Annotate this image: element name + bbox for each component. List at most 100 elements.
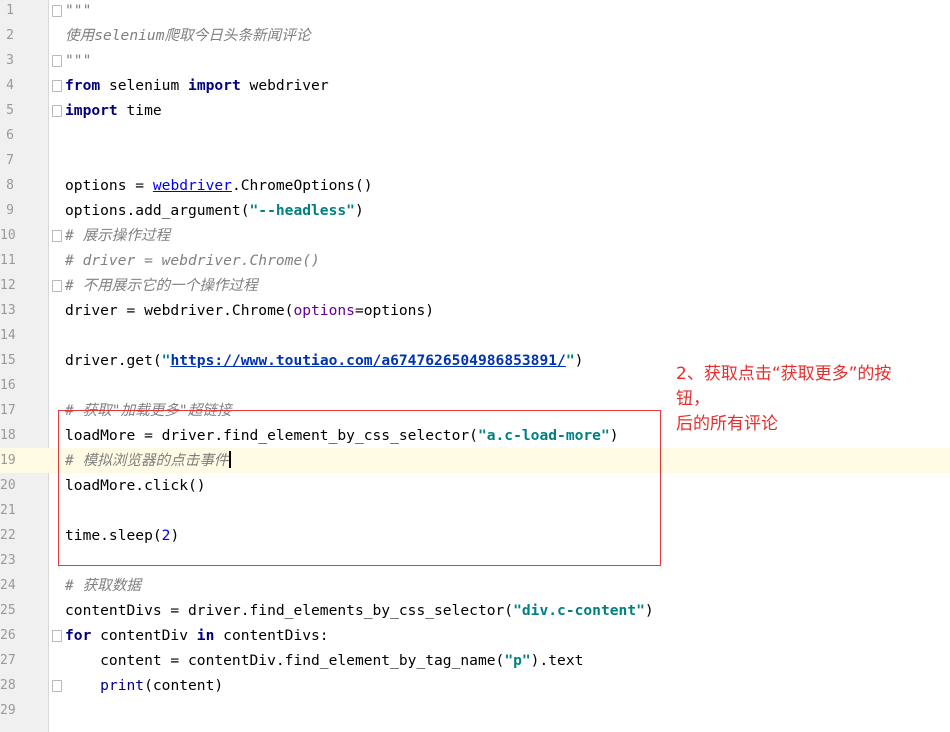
code-token: " [565, 352, 575, 369]
code-token: "--headless" [249, 202, 355, 219]
code-token: in [196, 627, 215, 644]
fold-toggle-icon[interactable] [52, 80, 62, 92]
code-line[interactable]: 11 # driver = webdriver.Chrome() [0, 248, 950, 273]
annotation-highlight-box [58, 410, 661, 566]
code-token: ) [354, 202, 364, 219]
code-token: contentDiv [91, 627, 197, 644]
annotation-line-2: 钮， [676, 389, 710, 409]
fold-toggle-icon[interactable] [52, 680, 62, 692]
code-line[interactable]: 1 """ [0, 0, 950, 23]
code-line[interactable]: 5 import time [0, 98, 950, 123]
code-token: selenium [100, 77, 189, 94]
code-line[interactable]: 24 # 获取数据 [0, 573, 950, 598]
code-token: # 获取数据 [65, 577, 141, 594]
code-token: (content) [144, 677, 224, 694]
line-number: 5 [6, 103, 14, 118]
line-number: 27 [0, 653, 16, 668]
code-line[interactable]: 27 content = contentDiv.find_element_by_… [0, 648, 950, 673]
code-token: 使用selenium爬取今日头条新闻评论 [65, 27, 311, 44]
code-line[interactable]: 13 driver = webdriver.Chrome(options=opti… [0, 298, 950, 323]
line-number: 4 [6, 78, 14, 93]
code-text: for contentDiv in contentDivs: [65, 623, 329, 648]
code-text: import time [65, 98, 162, 123]
line-number: 19 [0, 453, 16, 468]
code-token: ).text [530, 652, 584, 669]
code-text: """ [65, 48, 91, 73]
line-number: 26 [0, 628, 16, 643]
code-line[interactable]: 28 print(content) [0, 673, 950, 698]
code-token: options = [65, 177, 153, 194]
code-token: contentDivs: [214, 627, 329, 644]
code-token: ) [574, 352, 584, 369]
line-number: 17 [0, 403, 16, 418]
fold-toggle-icon[interactable] [52, 230, 62, 242]
code-line[interactable]: 3 """ [0, 48, 950, 73]
code-text: driver.get("https://www.toutiao.com/a674… [65, 348, 583, 373]
code-token: "div.c-content" [513, 602, 645, 619]
code-text: # driver = webdriver.Chrome() [65, 248, 320, 273]
line-number: 11 [0, 253, 16, 268]
line-number: 1 [6, 3, 14, 18]
code-line[interactable]: 9 options.add_argument("--headless") [0, 198, 950, 223]
code-line[interactable]: 25 contentDivs = driver.find_elements_by_… [0, 598, 950, 623]
code-line[interactable]: 29 [0, 698, 950, 723]
code-token: """ [65, 2, 92, 19]
line-number: 7 [6, 153, 14, 168]
line-number: 16 [0, 378, 16, 393]
code-line[interactable]: 4 from selenium import webdriver [0, 73, 950, 98]
code-token: print [100, 677, 145, 694]
code-text: """ [65, 0, 91, 23]
code-line[interactable]: 7 [0, 148, 950, 173]
code-line[interactable]: 8 options = webdriver.ChromeOptions() [0, 173, 950, 198]
code-text: 使用selenium爬取今日头条新闻评论 [65, 23, 310, 48]
code-text: print(content) [65, 673, 223, 698]
fold-toggle-icon[interactable] [52, 5, 62, 17]
code-token: import [188, 77, 241, 94]
code-token: "p" [504, 652, 531, 669]
line-number: 15 [0, 353, 16, 368]
code-token: .ChromeOptions() [231, 177, 373, 194]
code-line[interactable]: 6 [0, 123, 950, 148]
line-number: 2 [6, 28, 14, 43]
code-text: # 不用展示它的一个操作过程 [65, 273, 258, 298]
fold-toggle-icon[interactable] [52, 105, 62, 117]
code-token: contentDivs = driver.find_elements_by_cs… [65, 602, 514, 619]
code-token: =options) [354, 302, 435, 319]
line-number: 28 [0, 678, 16, 693]
fold-toggle-icon[interactable] [52, 55, 62, 67]
code-line[interactable]: 10 # 展示操作过程 [0, 223, 950, 248]
line-number: 29 [0, 703, 16, 718]
annotation-line-1: 2、获取点击“获取更多”的按 [676, 364, 892, 384]
line-number: 13 [0, 303, 16, 318]
fold-toggle-icon[interactable] [52, 630, 62, 642]
code-text: driver = webdriver.Chrome(options=option… [65, 298, 434, 323]
fold-toggle-icon[interactable] [52, 280, 62, 292]
code-text: # 获取数据 [65, 573, 141, 598]
line-number: 18 [0, 428, 16, 443]
line-number: 14 [0, 328, 16, 343]
line-number: 22 [0, 528, 16, 543]
code-line[interactable]: 12 # 不用展示它的一个操作过程 [0, 273, 950, 298]
code-text: content = contentDiv.find_element_by_tag… [65, 648, 583, 673]
code-token: # 展示操作过程 [65, 227, 171, 244]
code-token: options.add_argument( [65, 202, 250, 219]
code-token: # driver = webdriver.Chrome() [65, 252, 320, 269]
code-token: webdriver [240, 77, 329, 94]
line-number: 9 [6, 203, 14, 218]
annotation-line-3: 后的所有评论 [676, 414, 778, 434]
code-line[interactable]: 26 for contentDiv in contentDivs: [0, 623, 950, 648]
code-token: options [293, 302, 355, 319]
code-token: content = contentDiv.find_element_by_tag… [65, 652, 505, 669]
line-number: 3 [6, 53, 14, 68]
line-number: 8 [6, 178, 14, 193]
code-token: """ [65, 52, 92, 69]
line-number: 6 [6, 128, 14, 143]
code-line[interactable]: 2 使用selenium爬取今日头条新闻评论 [0, 23, 950, 48]
code-line[interactable]: 14 [0, 323, 950, 348]
line-number: 25 [0, 603, 16, 618]
code-token: from [65, 77, 101, 94]
code-token: https://www.toutiao.com/a674762650498685… [170, 352, 566, 369]
code-token: import [65, 102, 118, 119]
code-text: options.add_argument("--headless") [65, 198, 364, 223]
